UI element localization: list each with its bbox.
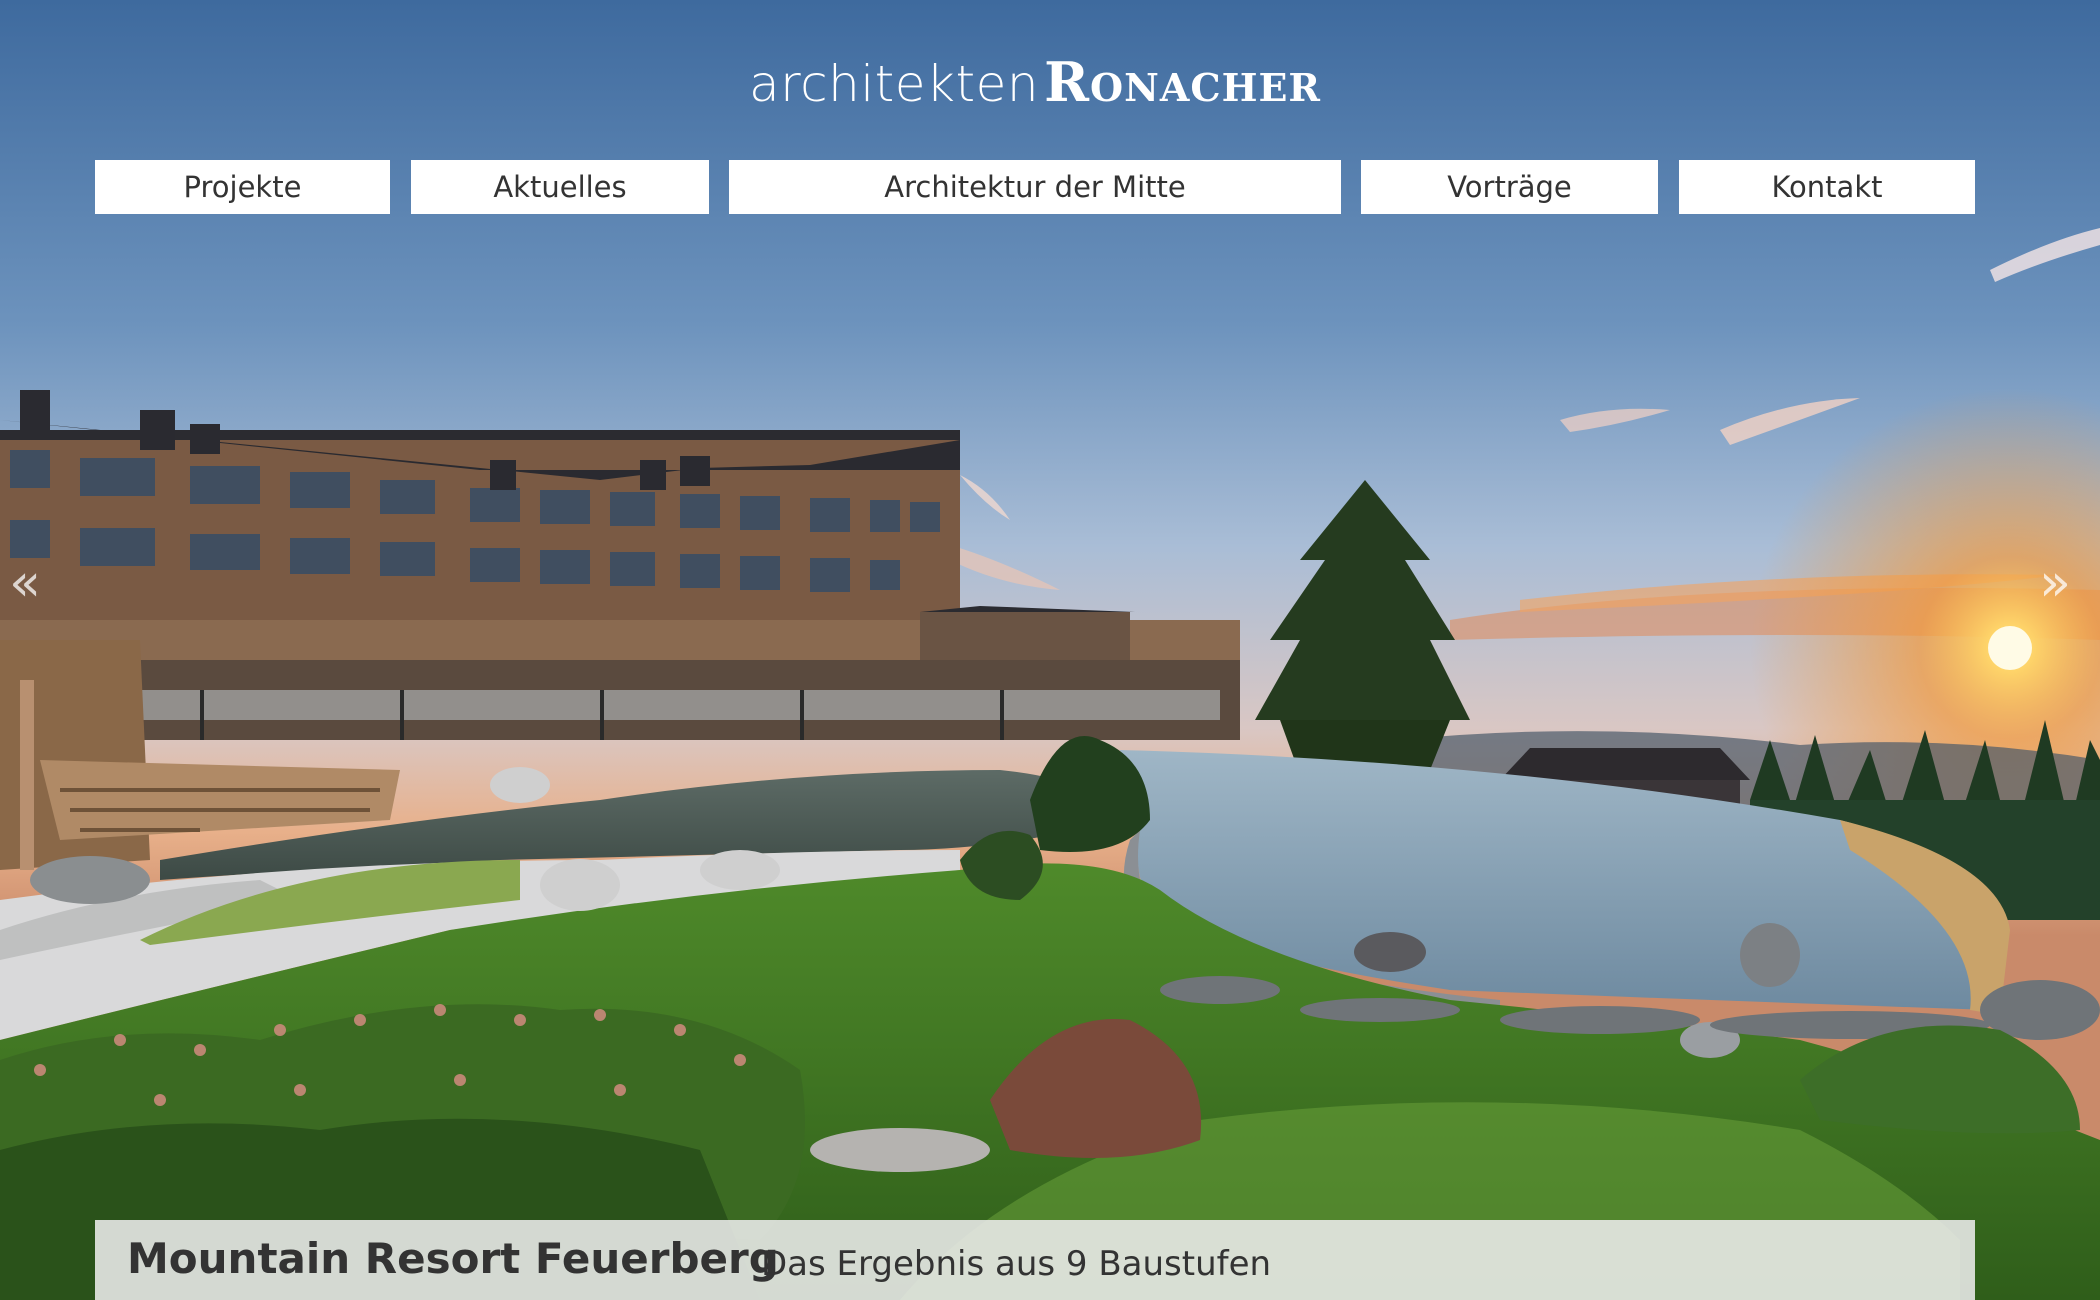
nav-item-aktuelles[interactable]: Aktuelles — [411, 160, 709, 214]
chevron-double-left-icon: « — [9, 553, 41, 613]
logo-prefix: architekten — [748, 55, 1040, 113]
main-navigation: Projekte Aktuelles Architektur der Mitte… — [0, 160, 2100, 214]
slider-prev-button[interactable]: « — [0, 557, 50, 609]
nav-item-projekte[interactable]: Projekte — [95, 160, 390, 214]
nav-item-kontakt[interactable]: Kontakt — [1679, 160, 1975, 214]
chevron-double-right-icon: » — [2039, 553, 2071, 613]
site-logo[interactable]: architekten Ronacher — [0, 50, 2070, 114]
slide-caption[interactable]: Mountain Resort Feuerberg Das Ergebnis a… — [95, 1220, 1975, 1300]
logo-name: Ronacher — [1044, 50, 1322, 114]
nav-item-vortraege[interactable]: Vorträge — [1361, 160, 1658, 214]
caption-subtitle: Das Ergebnis aus 9 Baustufen — [761, 1244, 1272, 1284]
nav-item-architektur-der-mitte[interactable]: Architektur der Mitte — [729, 160, 1341, 214]
slider-next-button[interactable]: » — [2030, 557, 2080, 609]
hero-slider: architekten Ronacher Projekte Aktuelles … — [0, 0, 2100, 1300]
caption-title: Mountain Resort Feuerberg — [127, 1234, 779, 1283]
